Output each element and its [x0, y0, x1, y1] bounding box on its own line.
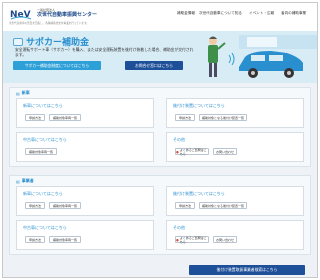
faq-icon: ● [176, 149, 179, 154]
card-title: その他 [173, 137, 185, 142]
page-frame: NeV 一般社団法人 次世代自動車振興センター 次世代自動車の普及を目指し、各種… [2, 2, 318, 278]
card-new-car[interactable]: 新車についてはこちら 申請方法 補助対象車両一覧 [16, 98, 154, 128]
header-description: 次世代自動車の普及を目指し、各種補助金交付事業を行っています。 [9, 22, 90, 25]
card-other[interactable]: その他 ● よくあるご質問はこちら お問い合わせ [166, 220, 304, 250]
card-new-car[interactable]: 新車についてはこちら 申請方法 補助対象車両一覧 [16, 186, 154, 216]
apply-method-chip[interactable]: 申請方法 [25, 202, 45, 209]
apply-method-chip[interactable]: 申請方法 [25, 236, 45, 243]
card-title: 後付け装置についてはこちら [173, 103, 225, 108]
vehicle-list-chip[interactable]: 補助対象車両一覧 [49, 114, 81, 121]
hero-description: 安全運転サポート車（サポカー）を購入、または安全運転装置を後付け装着した場合、補… [15, 47, 194, 57]
nav-item-events[interactable]: イベント・広報 [249, 11, 274, 16]
card-used-car[interactable]: 中古車についてはこちら 申請方法 補助対象車両一覧 [16, 220, 154, 250]
faq-chip[interactable]: ● よくあるご質問はこちら [175, 236, 209, 244]
org-name: 次世代自動車振興センター [37, 12, 98, 18]
inquiry-chip[interactable]: お問い合わせ [213, 236, 237, 243]
inquiry-chip[interactable]: お問い合わせ [213, 148, 237, 155]
car-icon [13, 37, 23, 46]
section-private: ▤ 新車 新車についてはこちら 申請方法 補助対象車両一覧 後付け装置については… [9, 87, 311, 167]
hero-banner: サポカー補助金 安全運転サポート車（サポカー）を購入、または安全運転装置を後付け… [3, 31, 317, 83]
card-title: 新車についてはこちら [23, 191, 63, 196]
nav-item-business[interactable]: 者向の補助事業 [281, 11, 306, 16]
nav-item-subsidy[interactable]: 補助金情報 [177, 11, 195, 16]
section-business: ▤ 事業者 新車についてはこちら 申請方法 補助対象車両一覧 後付け装置について… [9, 175, 311, 255]
card-title: その他 [173, 225, 185, 230]
section-label: ▤ 事業者 [16, 178, 34, 184]
card-title: 中古車についてはこちら [23, 137, 67, 142]
person-icon: ▤ [16, 90, 20, 96]
nev-logo[interactable]: NeV [9, 7, 33, 21]
contact-button[interactable]: お問合せ窓口はこちら [125, 61, 183, 70]
vehicle-list-chip[interactable]: 補助対象車両一覧 [49, 236, 81, 243]
apply-method-chip[interactable]: 申請方法 [175, 114, 195, 121]
device-list-chip[interactable]: 補助対象となる後付け装置一覧 [199, 202, 247, 209]
faq-chip[interactable]: ● よくあるご質問はこちら [175, 148, 209, 156]
card-retrofit[interactable]: 後付け装置についてはこちら 申請方法 補助対象となる後付け装置一覧 [166, 186, 304, 216]
vehicle-list-chip[interactable]: 補助対象車両一覧 [49, 202, 81, 209]
device-list-chip[interactable]: 補助対象となる後付け装置一覧 [199, 114, 247, 121]
about-subsidy-button[interactable]: サポカー補助金制度についてはこちら [13, 61, 101, 70]
org-title: 一般社団法人 次世代自動車振興センター [37, 8, 97, 18]
apply-method-chip[interactable]: 申請方法 [175, 202, 195, 209]
section-label: ▤ 新車 [16, 90, 30, 96]
card-title: 後付け装置についてはこちら [173, 191, 225, 196]
nav-item-about-ev[interactable]: 次世代自動車について知る [199, 11, 242, 16]
vehicle-list-chip[interactable]: 補助対象車両一覧 [25, 148, 57, 155]
card-retrofit[interactable]: 後付け装置についてはこちら 申請方法 補助対象となる後付け装置一覧 [166, 98, 304, 128]
card-title: 中古車についてはこちら [23, 225, 67, 230]
card-used-car[interactable]: 中古車についてはこちら 補助対象車両一覧 [16, 132, 154, 162]
building-icon: ▤ [16, 178, 20, 184]
faq-icon: ● [176, 237, 179, 242]
site-header: NeV 一般社団法人 次世代自動車振興センター 次世代自動車の普及を目指し、各種… [3, 3, 317, 31]
card-other[interactable]: その他 ● よくあるご質問はこちら お問い合わせ [166, 132, 304, 162]
apply-method-chip[interactable]: 申請方法 [25, 114, 45, 121]
hero-illustration [208, 35, 317, 78]
card-title: 新車についてはこちら [23, 103, 63, 108]
retrofit-dealer-search-button[interactable]: 後付け装置取扱事業者検索はこちら [189, 265, 305, 275]
